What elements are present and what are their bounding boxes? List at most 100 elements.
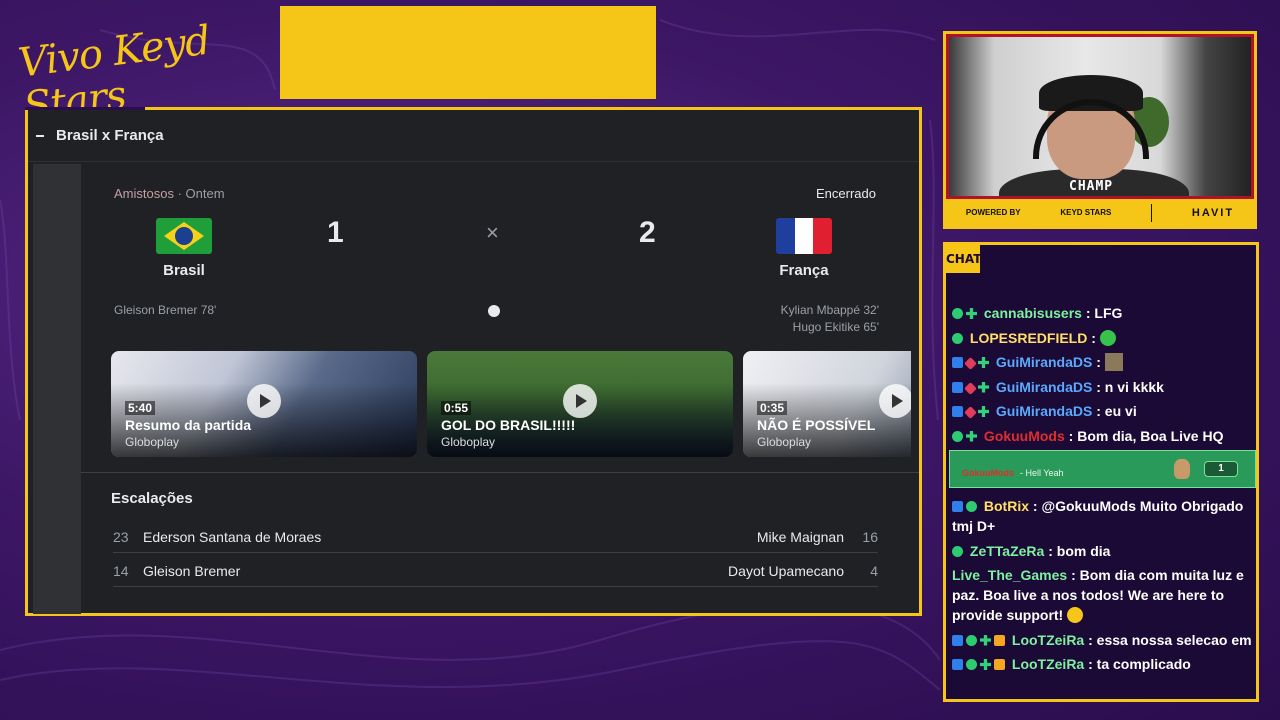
away-score: 2 [639, 216, 656, 249]
havit-logo: HAVIT [1191, 206, 1235, 219]
back-icon[interactable] [36, 134, 44, 137]
highlight-count: 1 [1204, 461, 1238, 477]
scorer: Kylian Mbappé 32' [780, 303, 879, 317]
emote-icon [1099, 329, 1116, 346]
lineup-row[interactable]: 14 Gleison Bremer Dayot Upamecano 4 [113, 555, 878, 587]
plus-icon [966, 430, 977, 442]
video-source: Globoplay [757, 435, 812, 449]
chat-username: LooTZeiRa [1011, 656, 1085, 672]
keyd-stars-logo: KEYD STARS [1060, 208, 1112, 217]
chat-text: : [1091, 329, 1096, 346]
left-rail [33, 164, 81, 614]
away-player-number: 4 [870, 562, 878, 579]
video-source: Globoplay [441, 435, 496, 449]
away-team[interactable]: França [754, 218, 854, 279]
verified-icon [952, 545, 963, 557]
champ-logo: CHAMP [1069, 179, 1114, 194]
video-title: NÃO É POSSÍVEL [757, 417, 876, 433]
home-team[interactable]: Brasil [134, 218, 234, 279]
soccer-ball-icon [488, 305, 500, 317]
brazil-flag-icon [156, 218, 212, 254]
chat-username: LOPESREDFIELD [969, 329, 1088, 346]
france-flag-icon [776, 218, 832, 254]
chat-message: LooTZeiRa : ta complicado [952, 654, 1252, 674]
home-player-number: 23 [113, 528, 129, 545]
chat-username: Live_The_Games [952, 567, 1068, 583]
play-icon[interactable] [563, 384, 597, 418]
chat-username: cannabisusers [983, 305, 1082, 321]
highlighted-message: GokuuMods - Hell Yeah 1 [949, 450, 1256, 488]
match-meta: Amistosos · Ontem [114, 186, 225, 201]
video-card[interactable]: 0:55 GOL DO BRASIL!!!!! Globoplay [427, 351, 733, 457]
verified-icon [952, 430, 963, 442]
video-card[interactable]: 5:40 Resumo da partida Globoplay [111, 351, 417, 457]
away-scorers: Kylian Mbappé 32' Hugo Ekitike 65' [781, 302, 879, 336]
verified-icon [966, 634, 977, 646]
prime-icon [952, 634, 963, 646]
plus-icon [980, 659, 991, 670]
chat-message: GuiMirandaDS : n vi kkkk [952, 377, 1252, 397]
competition-link[interactable]: Amistosos [114, 186, 174, 201]
chat-username: GuiMirandaDS [995, 354, 1093, 370]
chat-text: : eu vi [1096, 403, 1137, 419]
gem-icon [964, 357, 977, 370]
highlight-text: - Hell Yeah [1020, 468, 1064, 478]
home-team-name: Brasil [163, 262, 205, 279]
chat-panel: CHAT cannabisusers : LFG LOPESREDFIELD :… [943, 242, 1259, 702]
chat-text: : LFG [1085, 305, 1123, 321]
away-player-number: 16 [862, 528, 878, 545]
verified-icon [952, 332, 963, 344]
emote-icon [1104, 353, 1123, 371]
gem-icon [964, 381, 977, 395]
lineup-row[interactable]: 23 Ederson Santana de Moraes Mike Maigna… [113, 521, 878, 553]
video-duration: 0:55 [441, 401, 472, 415]
video-duration: 0:35 [757, 401, 788, 415]
away-team-name: França [779, 262, 829, 279]
screen-share-frame: Brasil x França Amistosos · Ontem Encerr… [25, 107, 922, 616]
plus-icon [978, 381, 989, 393]
prime-icon [952, 357, 963, 368]
play-icon[interactable] [879, 384, 911, 418]
scorer: Gleison Bremer 78' [114, 303, 217, 317]
chat-message: BotRix : @GokuuMods Muito Obrigado tmj D… [952, 496, 1252, 536]
rock-hand-icon [1174, 459, 1190, 479]
lineups-title: Escalações [111, 490, 193, 507]
video-card[interactable]: 0:35 NÃO É POSSÍVEL Globoplay [743, 351, 911, 457]
play-icon[interactable] [247, 384, 281, 418]
chat-username: LooTZeiRa [1011, 631, 1085, 648]
match-card: Amistosos · Ontem Encerrado Brasil 1 × 2… [81, 164, 919, 613]
gem-icon [964, 406, 977, 419]
verified-icon [966, 501, 977, 512]
smile-emote-icon [1067, 607, 1084, 623]
verified-icon [952, 308, 963, 319]
chat-username: GuiMirandaDS [995, 403, 1093, 419]
prime-icon [952, 406, 963, 417]
home-scorers: Gleison Bremer 78' [114, 302, 216, 319]
page-title: Brasil x França [56, 127, 164, 144]
highlight-username: GokuuMods [962, 468, 1014, 478]
chat-message: Live_The_Games : Bom dia com muita luz e… [952, 565, 1252, 625]
video-duration: 5:40 [125, 401, 156, 415]
video-source: Globoplay [125, 435, 180, 449]
chat-text: : Bom dia, Boa Live HQ [1068, 427, 1224, 444]
plus-icon [978, 406, 989, 417]
chat-username: ZeTTaZeRa [969, 542, 1045, 559]
chat-username: BotRix [983, 498, 1030, 514]
chat-message: LOPESREDFIELD : [952, 328, 1252, 348]
top-banner [280, 6, 656, 99]
prime-icon [952, 659, 963, 670]
away-player-name: Mike Maignan [756, 528, 844, 545]
chat-text: : ta complicado [1088, 656, 1191, 672]
plus-icon [966, 308, 977, 319]
chat-text: : n vi kkkk [1096, 378, 1164, 395]
match-status: Encerrado [816, 186, 876, 201]
chat-message: ZeTTaZeRa : bom dia [952, 541, 1252, 561]
chat-message: LooTZeiRa : essa nossa selecao em [952, 630, 1252, 650]
chat-message: cannabisusers : LFG [952, 303, 1252, 323]
video-title: GOL DO BRASIL!!!!! [441, 417, 576, 433]
chat-text: : [1096, 354, 1101, 370]
plus-icon [980, 634, 991, 646]
chat-text: : essa nossa selecao em [1088, 631, 1252, 648]
crown-icon [994, 659, 1005, 670]
home-score: 1 [327, 216, 344, 249]
